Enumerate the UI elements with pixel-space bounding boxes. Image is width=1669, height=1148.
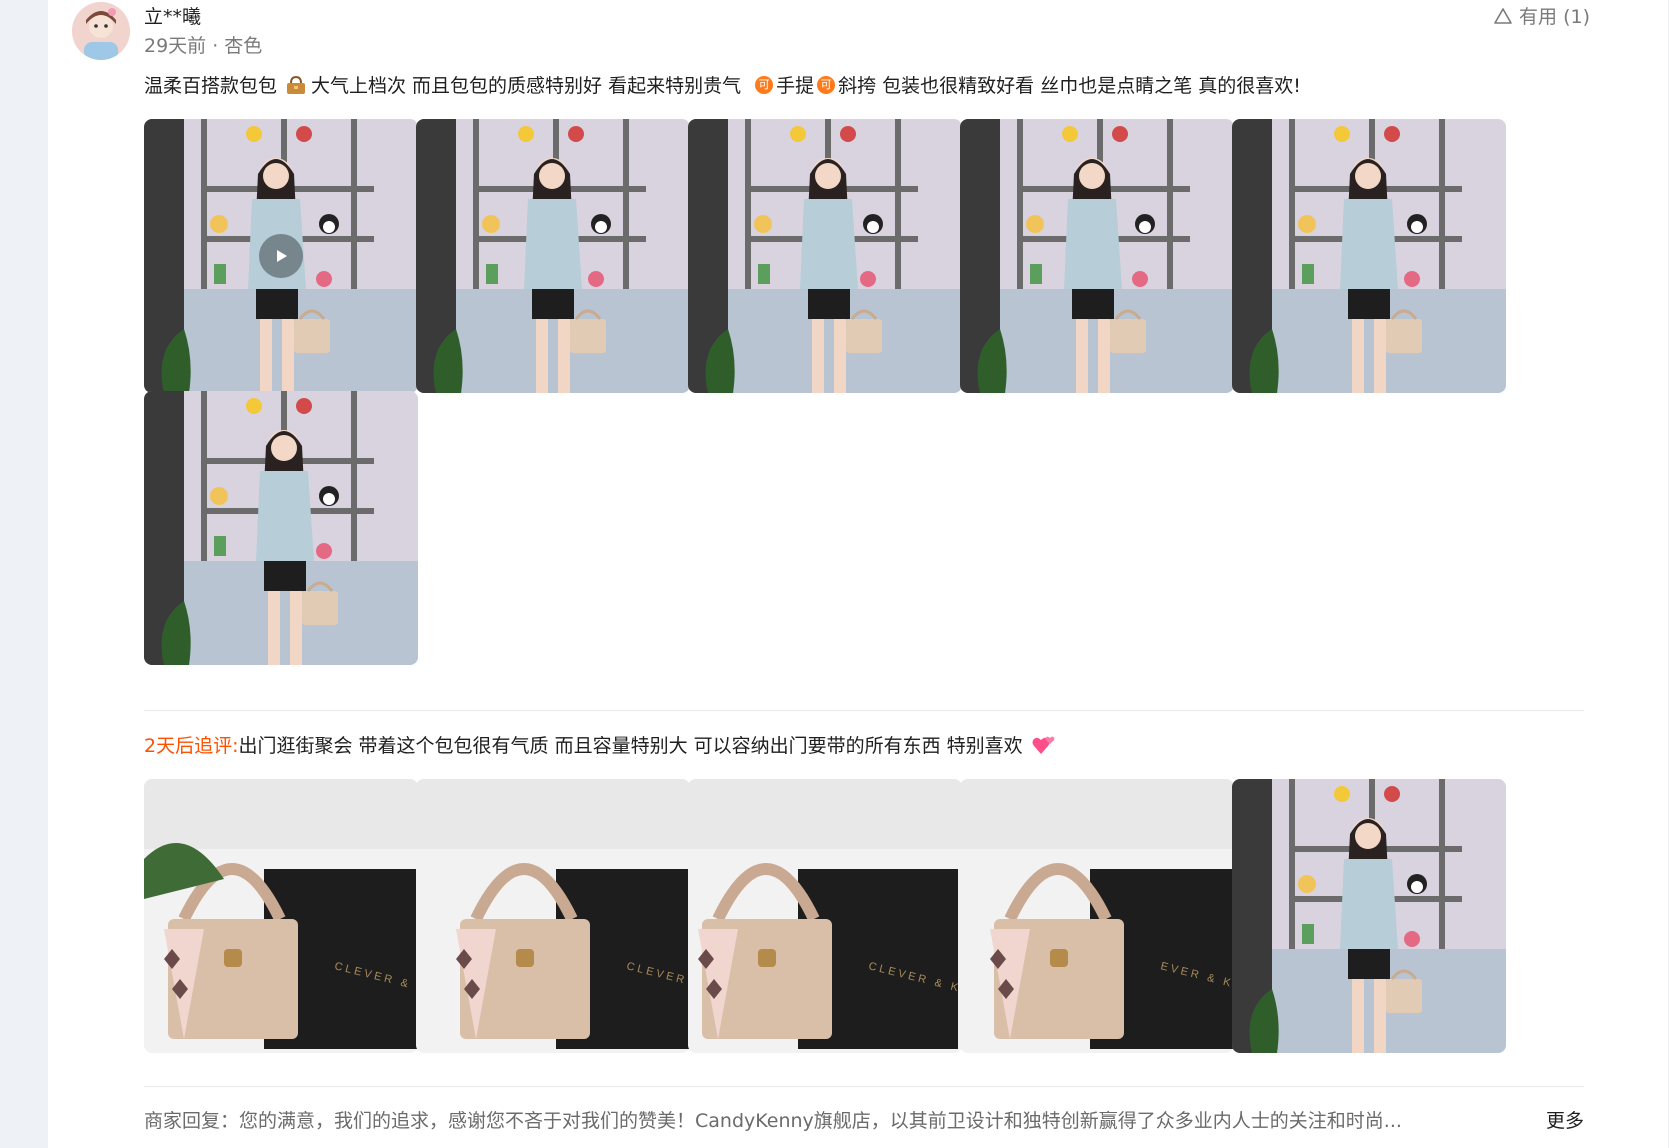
merchant-reply-text: 商家回复：您的满意，我们的追求，感谢您不吝于对我们的赞美！CandyKenny旗… — [144, 1110, 1402, 1132]
followup-photo-thumb[interactable]: CLEVER & KETCH — [688, 779, 962, 1053]
review-meta: 29天前 · 杏色 — [144, 35, 263, 57]
play-icon[interactable] — [259, 234, 303, 278]
useful-label: 有用 (1) — [1519, 6, 1590, 28]
review-text-part2: 大气上档次 而且包包的质感特别好 看起来特别贵气 — [311, 75, 742, 97]
review-photo-thumb[interactable] — [416, 119, 690, 393]
useful-button[interactable]: 有用 (1) — [1493, 2, 1590, 29]
followup-photo-thumb[interactable] — [1232, 779, 1506, 1053]
review-text-part1: 温柔百搭款包包 — [144, 75, 278, 97]
review-text: 温柔百搭款包包 大气上档次 而且包包的质感特别好 看起来特别贵气 可 手提 可 … — [144, 71, 1301, 98]
followup-photo-thumb[interactable]: CLEVER & KETC — [416, 779, 690, 1053]
more-link[interactable]: 更多 — [1546, 1106, 1584, 1133]
review-photo-thumb[interactable] — [144, 119, 418, 393]
divider — [144, 1086, 1584, 1087]
thumb-up-icon — [1494, 7, 1512, 24]
review-photo-thumb[interactable] — [688, 119, 962, 393]
username: 立**曦 — [144, 6, 202, 28]
review-photo-thumb[interactable] — [1232, 119, 1506, 393]
ke-badge-icon: 可 — [755, 75, 774, 94]
review-card: 立**曦 29天前 · 杏色 有用 (1) 温柔百搭款包包 大气上档次 而且包包… — [48, 0, 1668, 1148]
review-text-part4: 斜挎 包装也很精致好看 丝巾也是点睛之笔 真的很喜欢! — [838, 75, 1301, 97]
two-hearts-icon — [1032, 736, 1055, 754]
review-photo-thumb[interactable] — [960, 119, 1234, 393]
ke-badge-icon: 可 — [817, 75, 836, 94]
followup-label: 2天后追评: — [144, 735, 239, 757]
merchant-reply: 商家回复：您的满意，我们的追求，感谢您不吝于对我们的赞美！CandyKenny旗… — [144, 1106, 1584, 1133]
followup-body: 出门逛街聚会 带着这个包包很有气质 而且容量特别大 可以容纳出门要带的所有东西 … — [238, 735, 1023, 757]
avatar[interactable] — [72, 2, 130, 60]
handbag-emoji-icon — [287, 75, 306, 94]
review-photo-thumb[interactable] — [144, 391, 418, 665]
divider — [144, 710, 1584, 711]
followup-photo-thumb[interactable]: CLEVER & KE — [144, 779, 418, 1053]
followup-photo-thumb[interactable]: EVER & KET — [960, 779, 1234, 1053]
left-rail — [0, 0, 48, 1148]
followup-text: 2天后追评: 出门逛街聚会 带着这个包包很有气质 而且容量特别大 可以容纳出门要… — [144, 731, 1057, 758]
review-text-part3: 手提 — [776, 75, 815, 97]
